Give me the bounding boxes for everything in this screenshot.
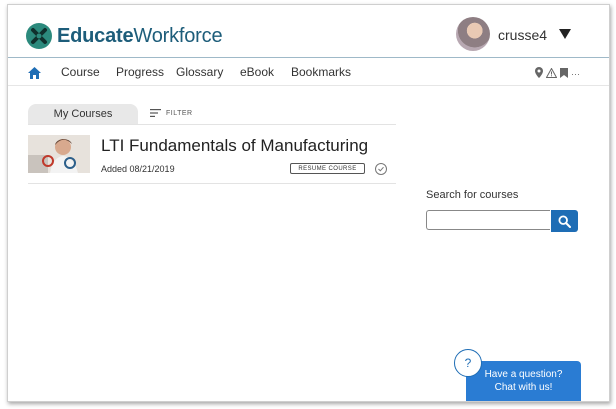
- bookmark-icon[interactable]: [560, 65, 568, 83]
- filter-icon: [150, 109, 161, 117]
- list-item: LTI Fundamentals of Manufacturing Added …: [28, 133, 396, 184]
- course-tabs: My Courses FILTER: [28, 104, 396, 125]
- nav-item-bookmarks[interactable]: Bookmarks: [291, 65, 351, 79]
- resume-course-button[interactable]: RESUME COURSE: [290, 163, 365, 174]
- search-input[interactable]: [426, 210, 550, 230]
- brand-name-bold: Educate: [57, 25, 134, 47]
- nav-tools: ···: [535, 65, 580, 83]
- site-header: EducateWorkforce crusse4: [8, 5, 609, 55]
- search-button[interactable]: [551, 210, 578, 232]
- nav-item-progress[interactable]: Progress: [116, 65, 164, 79]
- avatar[interactable]: [456, 17, 490, 51]
- check-circle-icon: [375, 163, 387, 175]
- map-pin-icon[interactable]: [535, 65, 543, 83]
- search-icon: [558, 215, 571, 228]
- warning-icon[interactable]: [545, 65, 558, 83]
- course-title[interactable]: LTI Fundamentals of Manufacturing: [101, 136, 368, 156]
- filter-label: FILTER: [166, 109, 193, 117]
- nav-item-glossary[interactable]: Glossary: [176, 65, 223, 79]
- header-divider: [8, 57, 609, 58]
- chat-button[interactable]: Have a question? Chat with us!: [466, 361, 581, 401]
- chat-line-2: Chat with us!: [494, 382, 553, 393]
- brand-name-regular: Workforce: [133, 25, 223, 47]
- course-added-date: Added 08/21/2019: [101, 164, 175, 174]
- nav-item-ebook[interactable]: eBook: [240, 65, 274, 79]
- caret-down-icon[interactable]: [559, 29, 571, 39]
- browser-window: EducateWorkforce crusse4 Course Progress…: [7, 4, 610, 402]
- search-label: Search for courses: [426, 189, 519, 201]
- tab-my-courses[interactable]: My Courses: [28, 104, 138, 124]
- brand-name: EducateWorkforce: [57, 25, 223, 47]
- home-icon[interactable]: [28, 66, 41, 84]
- course-thumbnail[interactable]: [28, 135, 90, 173]
- help-icon[interactable]: ?: [454, 349, 482, 377]
- brand-logo[interactable]: EducateWorkforce: [26, 23, 223, 49]
- brand-mark-icon: [26, 23, 52, 49]
- more-icon[interactable]: ···: [571, 69, 580, 79]
- chat-line-1: Have a question?: [484, 369, 563, 380]
- course-nav: Course Progress Glossary eBook Bookmarks…: [8, 59, 609, 86]
- username[interactable]: crusse4: [498, 27, 547, 43]
- filter-button[interactable]: FILTER: [150, 109, 193, 117]
- nav-item-course[interactable]: Course: [61, 65, 100, 79]
